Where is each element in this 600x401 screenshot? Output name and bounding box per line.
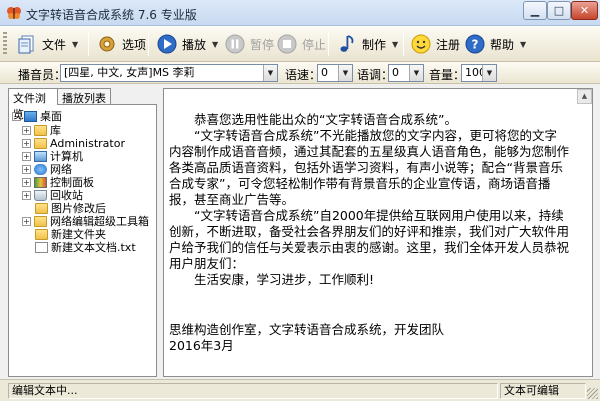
status-edit-state: 文本可编辑: [500, 383, 586, 399]
status-bar: 编辑文本中... 文本可编辑: [0, 379, 600, 401]
chevron-down-icon: ▼: [72, 39, 79, 49]
pitch-value: 0: [392, 66, 399, 79]
left-panel: 文件浏览 播放列表 − 桌面 + 库 + Administrator + 计算机…: [8, 88, 157, 377]
play-button[interactable]: 播放 ▼: [156, 30, 218, 58]
speed-label: 语速：: [285, 68, 322, 82]
tree-item-label: 新建文本文档.txt: [51, 241, 136, 254]
produce-label: 制作: [362, 37, 387, 52]
file-icon: [18, 35, 34, 54]
tab-playlist[interactable]: 播放列表: [57, 88, 111, 105]
window-title: 文字转语音合成系统 7.6 专业版: [26, 8, 197, 22]
tab-file-browser[interactable]: 文件浏览: [8, 88, 58, 121]
expand-icon[interactable]: +: [22, 216, 31, 226]
play-icon: [157, 34, 177, 54]
speed-select[interactable]: 0 ▼: [317, 64, 353, 82]
library-icon: [34, 124, 47, 136]
pause-label: 暂停: [250, 37, 275, 52]
toolbar-separator: [328, 32, 329, 56]
chevron-down-icon: ▼: [520, 39, 527, 49]
chevron-down-icon[interactable]: ▼: [338, 65, 352, 81]
play-label: 播放: [182, 37, 207, 52]
text-editor[interactable]: ▲ 恭喜您选用性能出众的“文字转语音合成系统”。 “文字转语音合成系统”不光能播…: [163, 88, 593, 377]
chevron-down-icon: ▼: [392, 39, 399, 49]
file-tree[interactable]: − 桌面 + 库 + Administrator + 计算机 + 网络 + 控制…: [8, 104, 157, 377]
register-button[interactable]: 注册: [410, 30, 460, 58]
speed-value: 0: [321, 66, 328, 79]
tree-item-library[interactable]: + 库: [22, 124, 61, 137]
help-button[interactable]: ? 帮助 ▼: [464, 30, 526, 58]
options-label: 选项: [122, 37, 147, 52]
desktop-icon: [24, 110, 37, 122]
stop-label: 停止: [302, 37, 327, 52]
file-menu-button[interactable]: 文件 ▼: [16, 30, 78, 58]
stop-button[interactable]: 停止: [276, 30, 326, 58]
tree-item-new-text-document[interactable]: 新建文本文档.txt: [35, 241, 136, 254]
pause-icon: [225, 34, 245, 54]
minimize-button[interactable]: ▁: [523, 1, 547, 20]
butterfly-app-icon: [7, 7, 21, 19]
folder-icon: [34, 215, 47, 227]
tools-icon: [99, 36, 115, 52]
recycle-bin-icon: [34, 189, 47, 201]
control-panel-icon: [34, 176, 47, 188]
close-button[interactable]: ✕: [571, 1, 598, 20]
speaker-label: 播音员：: [18, 68, 67, 82]
expand-icon[interactable]: +: [22, 177, 31, 187]
stop-icon: [277, 34, 297, 54]
resize-grip[interactable]: [587, 388, 598, 399]
help-icon: ?: [465, 34, 485, 54]
toolbar-separator: [403, 32, 404, 56]
help-label: 帮助: [490, 37, 515, 52]
user-icon: [34, 137, 47, 149]
speaker-select[interactable]: [四星, 中文, 女声]MS 李莉 ▼: [60, 64, 278, 82]
expand-icon[interactable]: +: [22, 151, 31, 161]
voice-settings-bar: 播音员： [四星, 中文, 女声]MS 李莉 ▼ 语速： 0 ▼ 语调： 0 ▼…: [0, 62, 600, 84]
volume-label: 音量：: [429, 68, 466, 82]
toolbar-separator: [88, 32, 89, 56]
status-message: 编辑文本中...: [8, 383, 498, 399]
editor-line: 2016年3月: [169, 338, 234, 353]
text-file-icon: [35, 241, 48, 253]
produce-button[interactable]: 制作 ▼: [336, 30, 398, 58]
music-note-icon: [340, 35, 354, 52]
pause-button[interactable]: 暂停: [224, 30, 274, 58]
computer-icon: [34, 150, 47, 162]
smiley-icon: [411, 34, 431, 54]
svg-text:?: ?: [472, 38, 479, 52]
chevron-down-icon[interactable]: ▼: [409, 65, 423, 81]
main-toolbar: 文件 ▼ 选项 播放 ▼ 暂停 停止 制作 ▼ 注册 ? 帮助 ▼: [0, 26, 600, 62]
scroll-up-arrow-icon[interactable]: ▲: [577, 89, 592, 104]
expand-icon[interactable]: +: [22, 125, 31, 135]
pitch-select[interactable]: 0 ▼: [388, 64, 424, 82]
register-label: 注册: [436, 37, 461, 52]
volume-select[interactable]: 100 ▼: [461, 64, 497, 82]
chevron-down-icon: ▼: [212, 39, 219, 49]
toolbar-grip[interactable]: [3, 32, 7, 56]
file-menu-label: 文件: [42, 37, 67, 52]
expand-icon[interactable]: +: [22, 190, 31, 200]
expand-icon[interactable]: +: [22, 138, 31, 148]
title-bar: 文字转语音合成系统 7.6 专业版 ▁ □ ✕: [0, 0, 600, 26]
chevron-down-icon[interactable]: ▼: [482, 65, 496, 81]
options-button[interactable]: 选项: [96, 30, 146, 58]
speaker-value: [四星, 中文, 女声]MS 李莉: [64, 66, 195, 79]
editor-line: 生活安康，学习进步，工作顺利!: [194, 272, 375, 287]
maximize-button[interactable]: □: [547, 1, 571, 20]
expand-icon[interactable]: +: [22, 164, 31, 174]
toolbar-separator: [148, 32, 149, 56]
folder-icon: [35, 228, 48, 240]
chevron-down-icon[interactable]: ▼: [263, 65, 277, 81]
folder-icon: [35, 202, 48, 214]
network-icon: [34, 163, 47, 175]
